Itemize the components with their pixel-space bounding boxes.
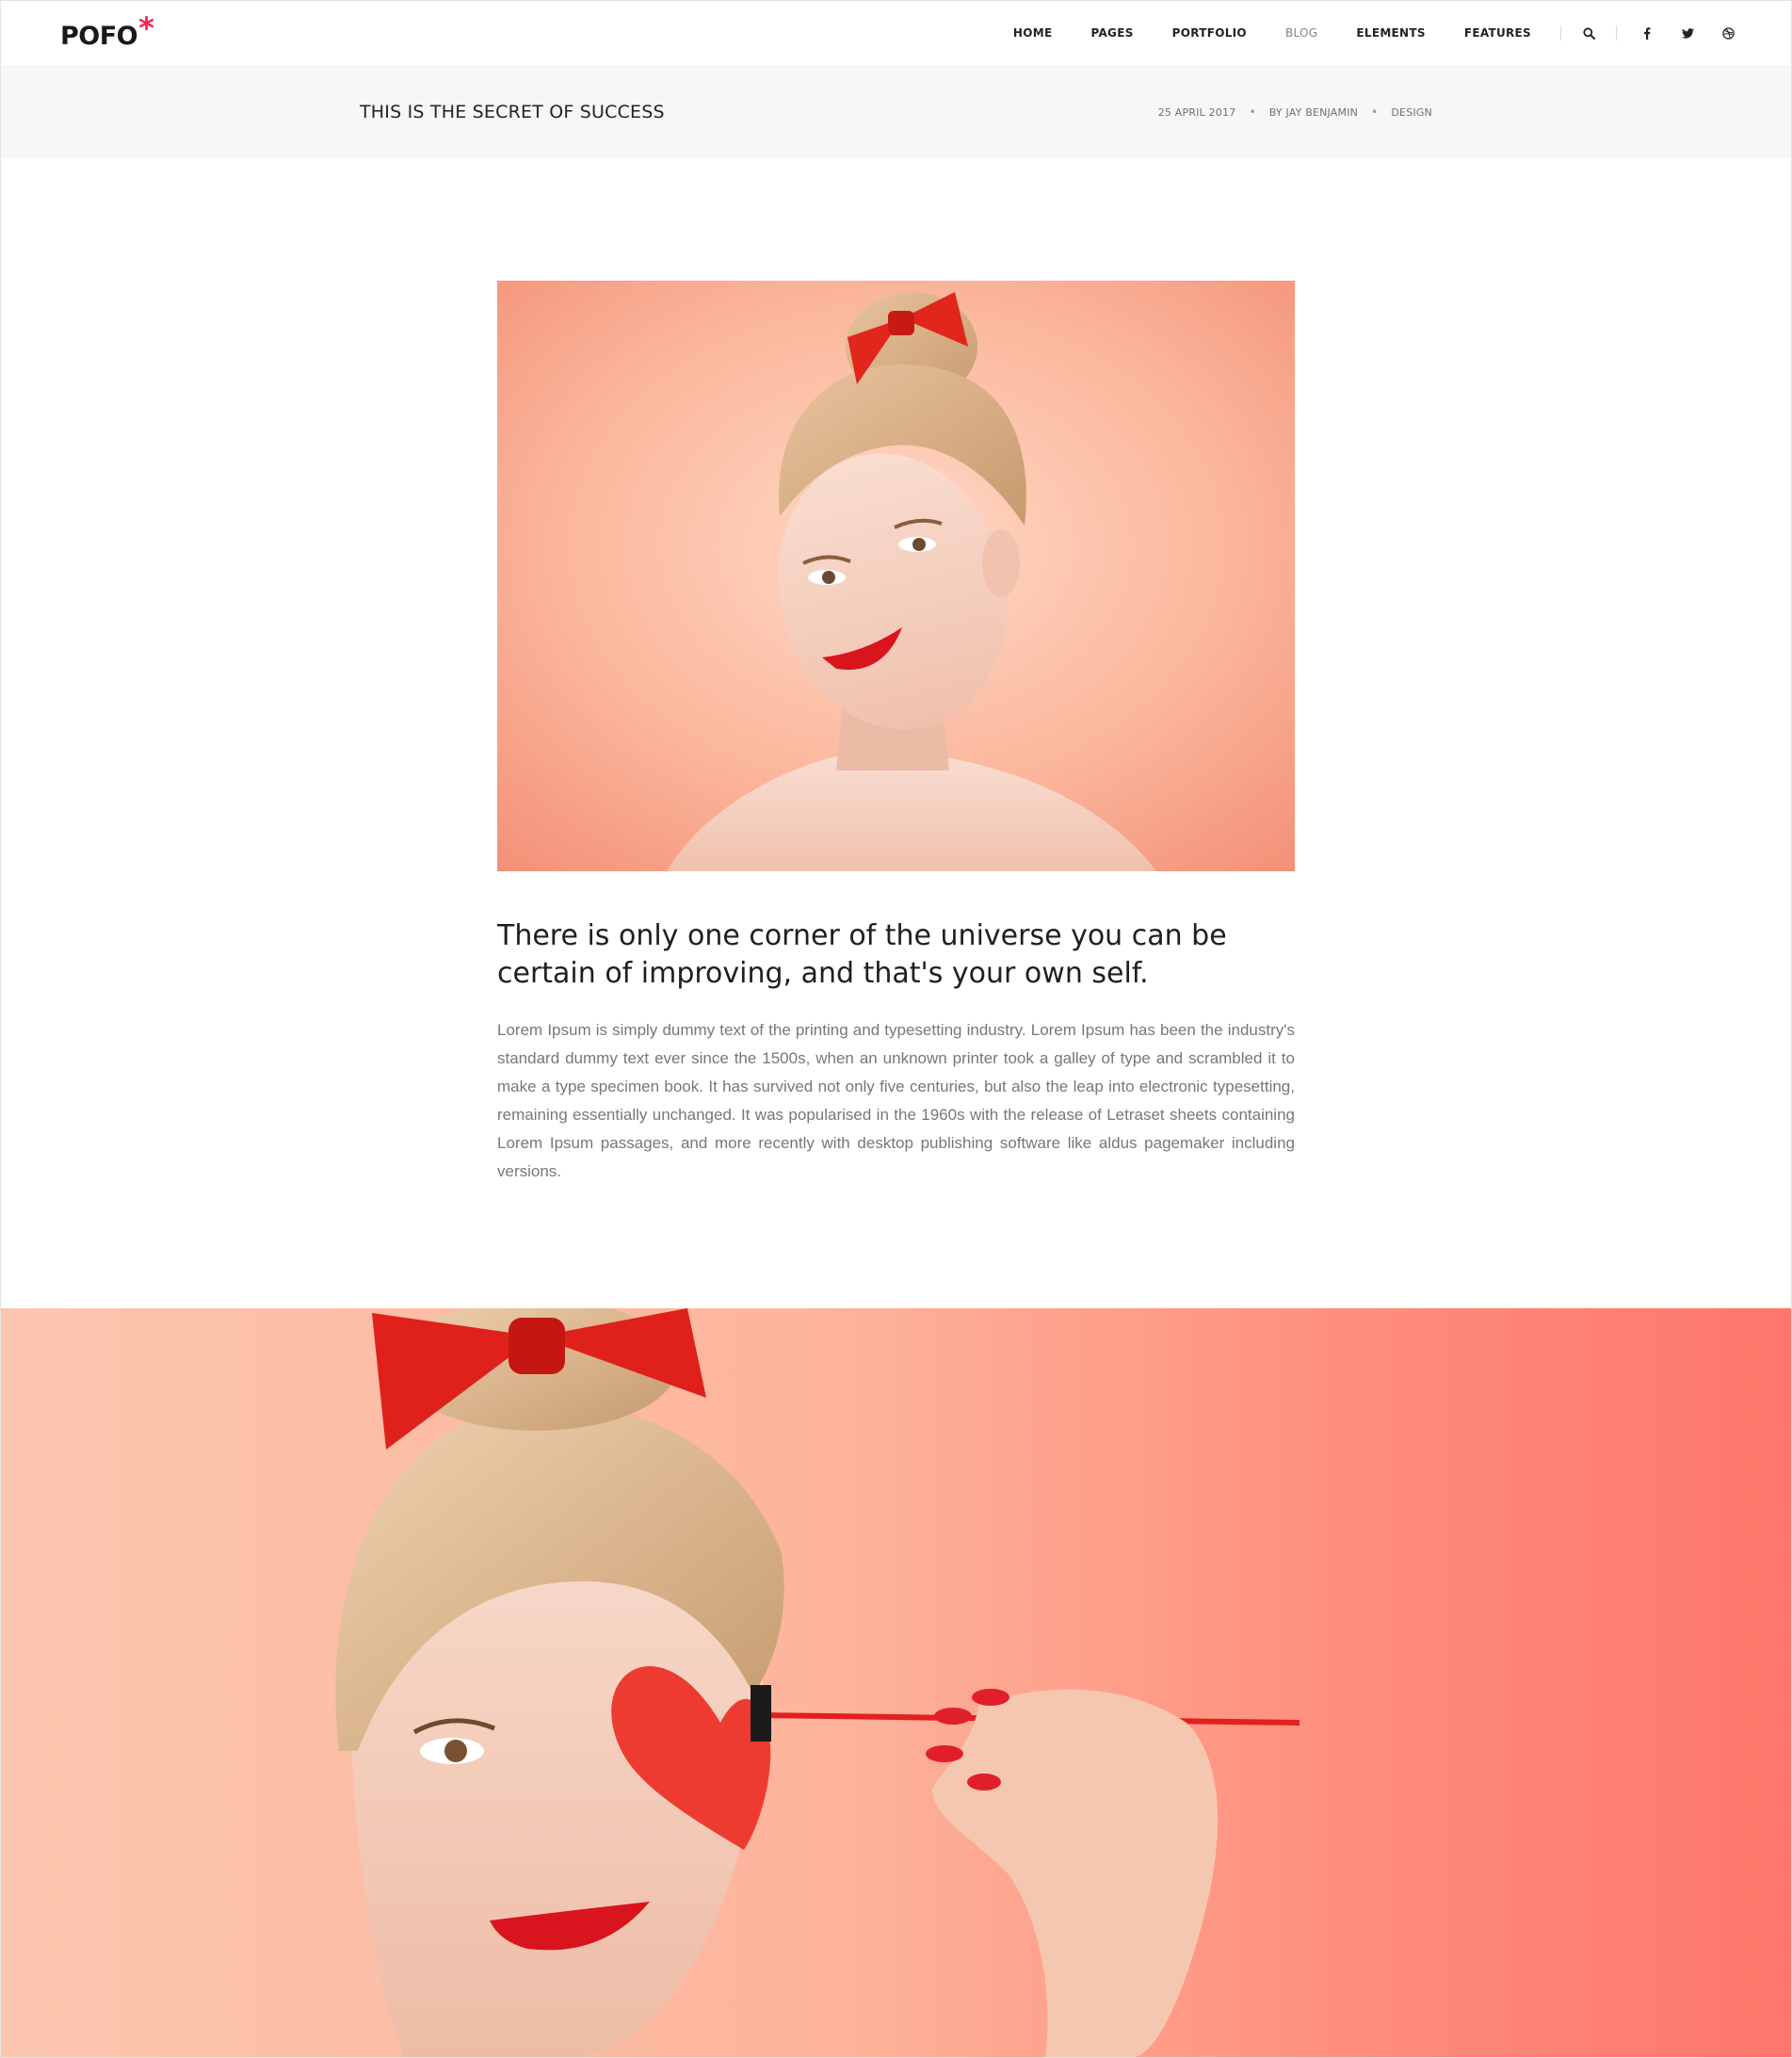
nav-divider xyxy=(1560,25,1561,41)
meta-separator: • xyxy=(1371,105,1379,119)
nav-blog[interactable]: BLOG xyxy=(1285,26,1317,40)
nav-pages[interactable]: PAGES xyxy=(1090,26,1133,40)
site-logo[interactable]: POFO* xyxy=(60,11,154,54)
dribbble-icon[interactable] xyxy=(1721,26,1735,40)
post-date: 25 APRIL 2017 xyxy=(1157,105,1236,119)
post-quote-heading: There is only one corner of the universe… xyxy=(497,919,1227,990)
twitter-icon[interactable] xyxy=(1681,26,1694,40)
logo-star: * xyxy=(138,10,154,46)
page-title: THIS IS THE SECRET OF SUCCESS xyxy=(360,102,665,122)
post-banner-image xyxy=(0,1308,1792,2058)
post-body-text: Lorem Ipsum is simply dummy text of the … xyxy=(497,1021,1295,1180)
nav-elements[interactable]: ELEMENTS xyxy=(1356,26,1425,40)
post-featured-image xyxy=(497,281,1295,871)
site-header: POFO* HOME PAGES PORTFOLIO BLOG ELEMENTS… xyxy=(0,0,1792,67)
nav-portfolio[interactable]: PORTFOLIO xyxy=(1172,26,1247,40)
post-category-link[interactable]: DESIGN xyxy=(1391,106,1432,119)
nav-divider xyxy=(1616,25,1617,41)
post-meta: 25 APRIL 2017 • BY JAY BENJAMIN • DESIGN xyxy=(1158,105,1432,119)
nav-features[interactable]: FEATURES xyxy=(1464,26,1531,40)
meta-separator: • xyxy=(1249,105,1256,119)
search-icon[interactable] xyxy=(1582,26,1595,40)
post-author-link[interactable]: BY JAY BENJAMIN xyxy=(1269,106,1358,119)
nav-home[interactable]: HOME xyxy=(1013,26,1053,40)
facebook-icon[interactable] xyxy=(1640,26,1654,40)
logo-text: POFO xyxy=(60,22,138,51)
title-band: THIS IS THE SECRET OF SUCCESS 25 APRIL 2… xyxy=(0,67,1792,158)
main-nav: HOME PAGES PORTFOLIO BLOG ELEMENTS FEATU… xyxy=(1013,0,1792,66)
